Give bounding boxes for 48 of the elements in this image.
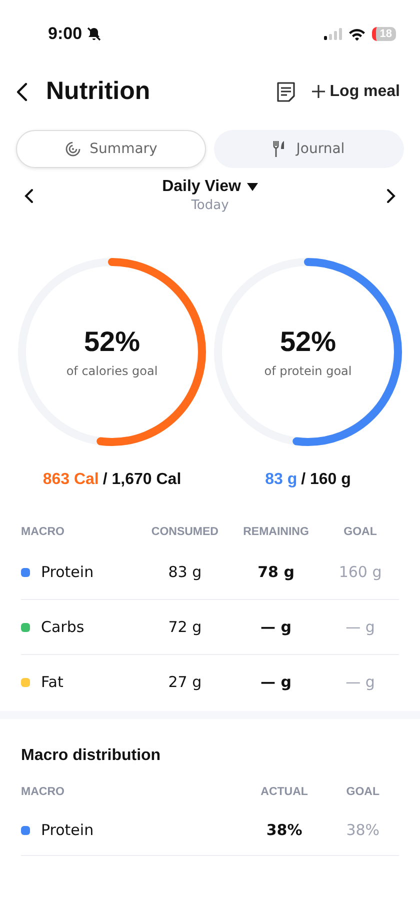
percent-value: 52% [84,326,140,358]
macro-name: Fat [41,673,64,691]
bell-muted-icon [86,26,102,42]
macro-name: Carbs [41,618,84,636]
next-icon[interactable] [386,188,396,204]
goal-amount: / 160 g [301,471,351,489]
table-cell-text: — g [260,673,293,691]
caret-icon [246,183,258,191]
ring-caption: of protein goal [264,364,352,378]
table-cell-text: — g [344,673,376,691]
macro-name: Protein [41,563,94,581]
table-cell-text: 38% [345,821,381,839]
back-icon[interactable] [16,82,28,102]
wifi-icon [348,28,366,40]
daily-view-dropdown[interactable]: Daily View [162,178,258,196]
goal-amount: / 1,670 Cal [102,471,182,489]
spiral-icon [64,141,81,157]
signal-icon [324,28,342,40]
ring-caption: of calories goal [66,364,158,378]
percent-value: 52% [280,326,336,358]
section-title: Macro distribution [21,747,162,765]
page-title: Nutrition [46,77,150,106]
tab[interactable]: Journal [214,130,404,168]
column-header: MACRO [21,786,66,798]
table-cell-text: — g [344,618,376,636]
status-time: 9:00 [48,24,82,44]
table-cell-text: 38% [265,821,304,839]
table-cell-text: 27 g [167,673,203,691]
note-icon[interactable] [276,80,296,102]
table-cell-text: 83 g [167,563,203,581]
table-cell-text: — g [260,618,293,636]
consumed-amount: 83 g [265,471,298,489]
macro-name: Protein [41,821,94,839]
table-cell-text: 160 g [338,563,383,581]
column-header: ACTUAL [260,786,309,798]
table-cell-text: 72 g [167,618,203,636]
date-label: Today [191,198,229,213]
table-cell-text: 78 g [256,563,296,581]
column-header: REMAINING [242,526,310,538]
column-header: GOAL [345,786,381,798]
log-meal-button[interactable]: Log meal [312,82,400,100]
plus-icon [312,85,325,98]
previous-icon[interactable] [24,188,34,204]
column-header: GOAL [342,526,378,538]
tab[interactable]: Summary [16,130,206,168]
consumed-amount: 863 Cal [42,471,99,489]
column-header: CONSUMED [150,526,220,538]
column-header: MACRO [21,526,66,538]
